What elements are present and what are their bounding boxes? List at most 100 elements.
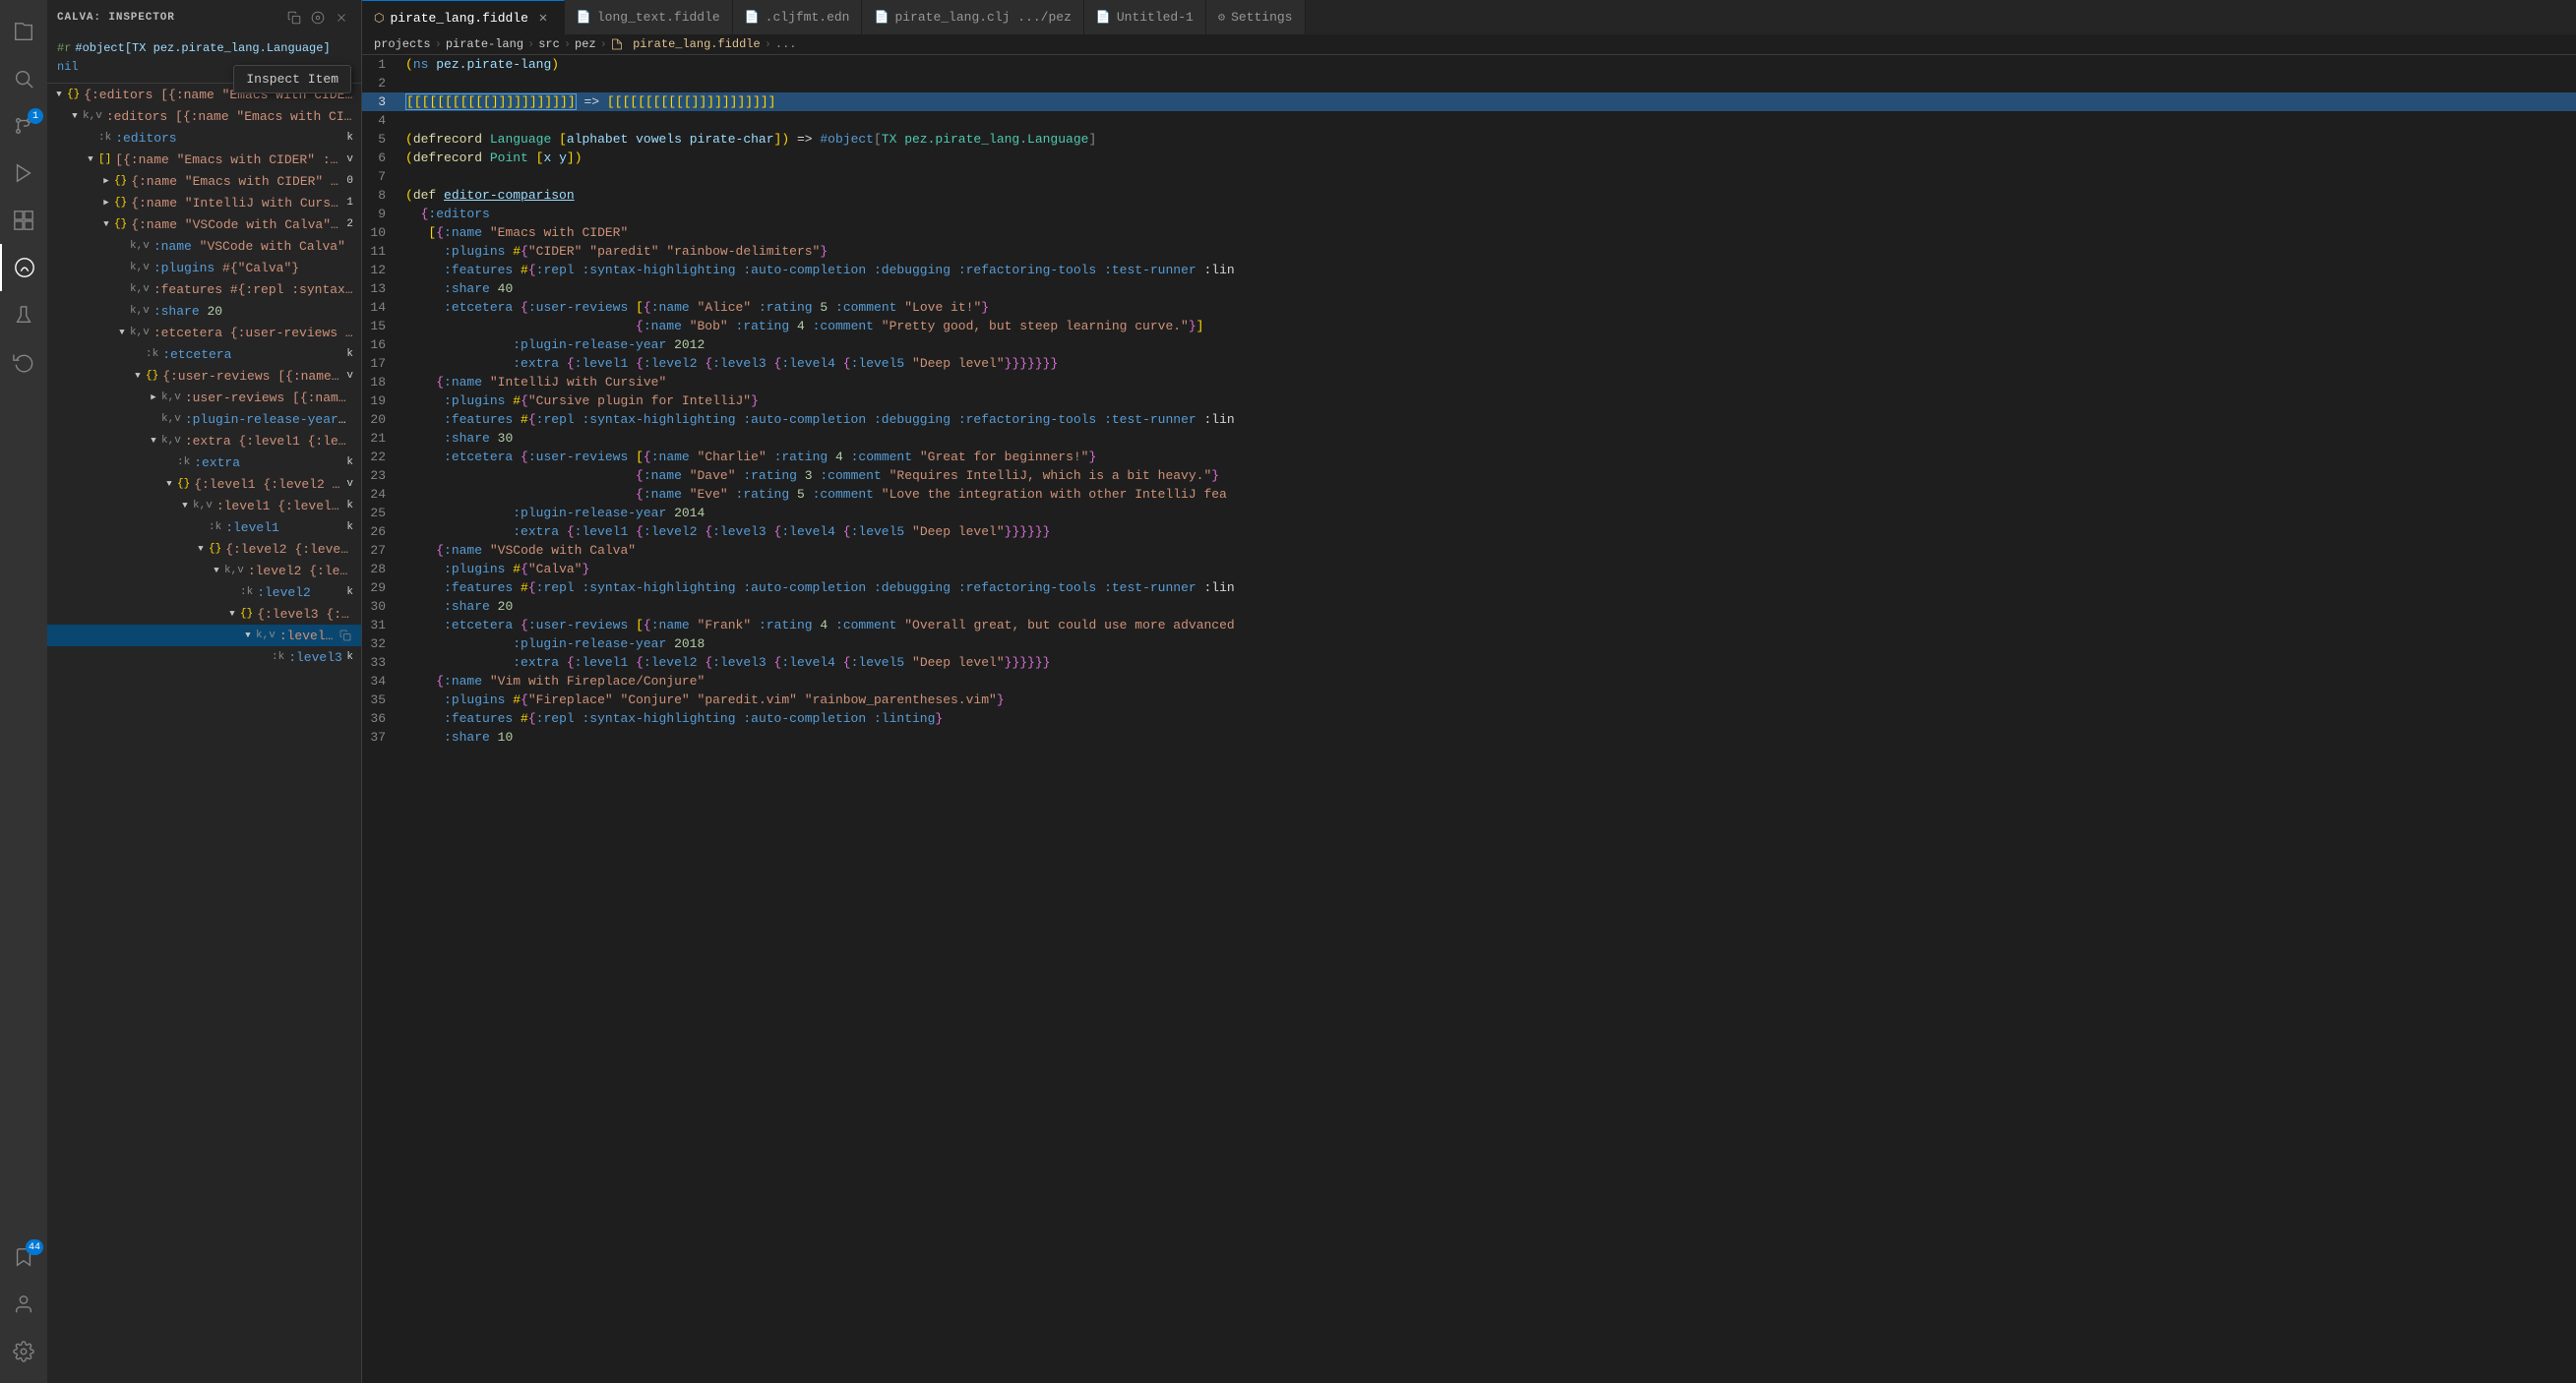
explorer-icon[interactable] <box>0 8 47 55</box>
inspector-tree[interactable]: ▼ {} {:editors [{:name "Emacs with CIDER… <box>47 84 361 1383</box>
tab-pirate-lang-clj[interactable]: 📄 pirate_lang.clj .../pez <box>862 0 1083 34</box>
code-line-15: 15 {:name "Bob" :rating 4 :comment "Pret… <box>362 317 2576 335</box>
tree-item-19[interactable]: ▼ {} {:level1 {:level2 {:level3 {:level4… <box>47 473 361 495</box>
code-line-7: 7 <box>362 167 2576 186</box>
tree-item-18[interactable]: :k :extra k <box>47 451 361 473</box>
close-header-btn[interactable] <box>332 8 351 28</box>
breadcrumb-file[interactable]: pirate_lang.fiddle <box>611 37 761 51</box>
tree-item-16[interactable]: k,v :plugin-release-year 2018 <box>47 408 361 430</box>
code-line-29: 29 :features #{:repl :syntax-highlightin… <box>362 578 2576 597</box>
code-line-9: 9 {:editors <box>362 205 2576 223</box>
breadcrumb-pez[interactable]: pez <box>575 37 596 51</box>
tree-arrow-14[interactable]: ▼ <box>130 371 146 381</box>
tree-arrow-4[interactable]: ▼ <box>83 154 98 164</box>
tree-arrow-22[interactable]: ▼ <box>193 544 209 554</box>
tab-untitled-1[interactable]: 📄 Untitled-1 <box>1084 0 1206 34</box>
tree-item-12[interactable]: ▼ k,v :etcetera {:user-reviews [{:name "… <box>47 322 361 343</box>
code-line-13: 13 :share 40 <box>362 279 2576 298</box>
tree-arrow-1[interactable]: ▼ <box>51 90 67 99</box>
tree-arrow-20[interactable]: ▼ <box>177 501 193 511</box>
tree-item-25[interactable]: ▼ {} {:level3 {:level4 {:level5 "Deep le… <box>47 603 361 625</box>
tree-copy-btn-26[interactable] <box>337 628 353 643</box>
settings-icon[interactable] <box>0 1328 47 1375</box>
calva-icon[interactable] <box>0 244 47 291</box>
tree-arrow-17[interactable]: ▼ <box>146 436 161 446</box>
code-line-8: 8 (def editor-comparison <box>362 186 2576 205</box>
tab-cljfmt-edn[interactable]: 📄 .cljfmt.edn <box>733 0 863 34</box>
tree-item-3[interactable]: :k :editors k <box>47 127 361 149</box>
tab-pirate-lang-fiddle[interactable]: ⬡ pirate_lang.fiddle ✕ <box>362 0 565 34</box>
tree-item-8[interactable]: k,v :name "VSCode with Calva" <box>47 235 361 257</box>
tab-settings[interactable]: ⚙ Settings <box>1206 0 1306 34</box>
tree-item-4[interactable]: ▼ [] [{:name "Emacs with CIDER" :plugins… <box>47 149 361 170</box>
tree-item-23[interactable]: ▼ k,v :level2 {:level3 {:level4 {:level5… <box>47 560 361 581</box>
tree-item-27[interactable]: :k :level3 k <box>47 646 361 668</box>
breadcrumb: projects › pirate-lang › src › pez › pir… <box>362 34 2576 55</box>
code-line-17: 17 :extra {:level1 {:level2 {:level3 {:l… <box>362 354 2576 373</box>
tab-long-text-fiddle[interactable]: 📄 long_text.fiddle <box>565 0 733 34</box>
code-line-27: 27 {:name "VSCode with Calva" <box>362 541 2576 560</box>
tree-arrow-6[interactable]: ▶ <box>98 198 114 208</box>
account-icon[interactable] <box>0 1281 47 1328</box>
tree-item-24[interactable]: :k :level2 k <box>47 581 361 603</box>
tree-badge-7: 2 <box>342 218 353 230</box>
tree-item-7[interactable]: ▼ {} {:name "VSCode with Calva" :plugins… <box>47 213 361 235</box>
search-icon[interactable] <box>0 55 47 102</box>
tree-item-20[interactable]: ▼ k,v :level1 {:level2 {:level3 {:level4… <box>47 495 361 516</box>
inspector-header-actions <box>284 8 351 28</box>
tree-item-21[interactable]: :k :level1 k <box>47 516 361 538</box>
tree-arrow-7[interactable]: ▼ <box>98 219 114 229</box>
code-line-33: 33 :extra {:level1 {:level2 {:level3 {:l… <box>362 653 2576 672</box>
tree-item-2[interactable]: ▼ k,v :editors [{:name "Emacs with CIDER… <box>47 105 361 127</box>
breadcrumb-pirate-lang[interactable]: pirate-lang <box>446 37 523 51</box>
tree-item-13[interactable]: :k :etcetera k <box>47 343 361 365</box>
tree-badge-19: v <box>342 478 353 490</box>
tree-arrow-5[interactable]: ▶ <box>98 176 114 186</box>
code-line-11: 11 :plugins #{"CIDER" "paredit" "rainbow… <box>362 242 2576 261</box>
tree-item-5[interactable]: ▶ {} {:name "Emacs with CIDER" :plugins … <box>47 170 361 192</box>
code-line-1: 1 (ns pez.pirate-lang) <box>362 55 2576 74</box>
code-line-14: 14 :etcetera {:user-reviews [{:name "Ali… <box>362 298 2576 317</box>
copy-header-btn[interactable] <box>284 8 304 28</box>
tree-badge-20: k <box>342 500 353 511</box>
code-editor[interactable]: 1 (ns pez.pirate-lang) 2 3 [[[[[[[[[[[]]… <box>362 55 2576 1383</box>
tree-item-9[interactable]: k,v :plugins #{"Calva"} <box>47 257 361 278</box>
breadcrumb-projects[interactable]: projects <box>374 37 431 51</box>
code-line-25: 25 :plugin-release-year 2014 <box>362 504 2576 522</box>
tree-item-17[interactable]: ▼ k,v :extra {:level1 {:level2 {:level3 … <box>47 430 361 451</box>
bookmark-badge: 44 <box>26 1239 43 1255</box>
tree-badge-5: 0 <box>342 175 353 187</box>
code-line-23: 23 {:name "Dave" :rating 3 :comment "Req… <box>362 466 2576 485</box>
source-control-icon[interactable]: 1 <box>0 102 47 150</box>
bookmark-icon[interactable]: 44 <box>0 1233 47 1281</box>
tree-item-6[interactable]: ▶ {} {:name "IntelliJ with Cursive" :plu… <box>47 192 361 213</box>
inspect-header-btn[interactable] <box>308 8 328 28</box>
tree-badge-14: v <box>342 370 353 382</box>
main-editor-area: ⬡ pirate_lang.fiddle ✕ 📄 long_text.fiddl… <box>362 0 2576 1383</box>
tree-arrow-25[interactable]: ▼ <box>224 609 240 619</box>
tree-arrow-19[interactable]: ▼ <box>161 479 177 489</box>
tree-arrow-12[interactable]: ▼ <box>114 328 130 337</box>
tree-arrow-26[interactable]: ▼ <box>240 631 256 640</box>
code-line-22: 22 :etcetera {:user-reviews [{:name "Cha… <box>362 448 2576 466</box>
tab-close-pirate-lang[interactable]: ✕ <box>534 9 552 27</box>
inspect-item-tooltip[interactable]: Inspect Item <box>233 65 351 93</box>
tree-arrow-15[interactable]: ▶ <box>146 392 161 402</box>
extensions-icon[interactable] <box>0 197 47 244</box>
tree-item-14[interactable]: ▼ {} {:user-reviews [{:name "Frank" :rat… <box>47 365 361 387</box>
tree-item-22[interactable]: ▼ {} {:level2 {:level3 {:level4 {:level5… <box>47 538 361 560</box>
tree-item-11[interactable]: k,v :share 20 <box>47 300 361 322</box>
tree-arrow-2[interactable]: ▼ <box>67 111 83 121</box>
flask-icon[interactable] <box>0 291 47 338</box>
tree-arrow-23[interactable]: ▼ <box>209 566 224 575</box>
git-history-icon[interactable] <box>0 338 47 386</box>
tree-badge-24: k <box>342 586 353 598</box>
breadcrumb-src[interactable]: src <box>538 37 560 51</box>
tree-item-15[interactable]: ▶ k,v :user-reviews [{:name "Frank" :rat… <box>47 387 361 408</box>
inspector-header: CALVA: INSPECTOR <box>47 0 361 35</box>
code-line-20: 20 :features #{:repl :syntax-highlightin… <box>362 410 2576 429</box>
run-icon[interactable] <box>0 150 47 197</box>
tree-item-10[interactable]: k,v :features #{:repl :syntax-highlighti… <box>47 278 361 300</box>
tree-item-26[interactable]: ▼ k,v :level3 {:level4 {:level5 "Deep le… <box>47 625 361 646</box>
inspector-panel: CALVA: INSPECTOR #r #object[TX pez.pi <box>47 0 362 1383</box>
